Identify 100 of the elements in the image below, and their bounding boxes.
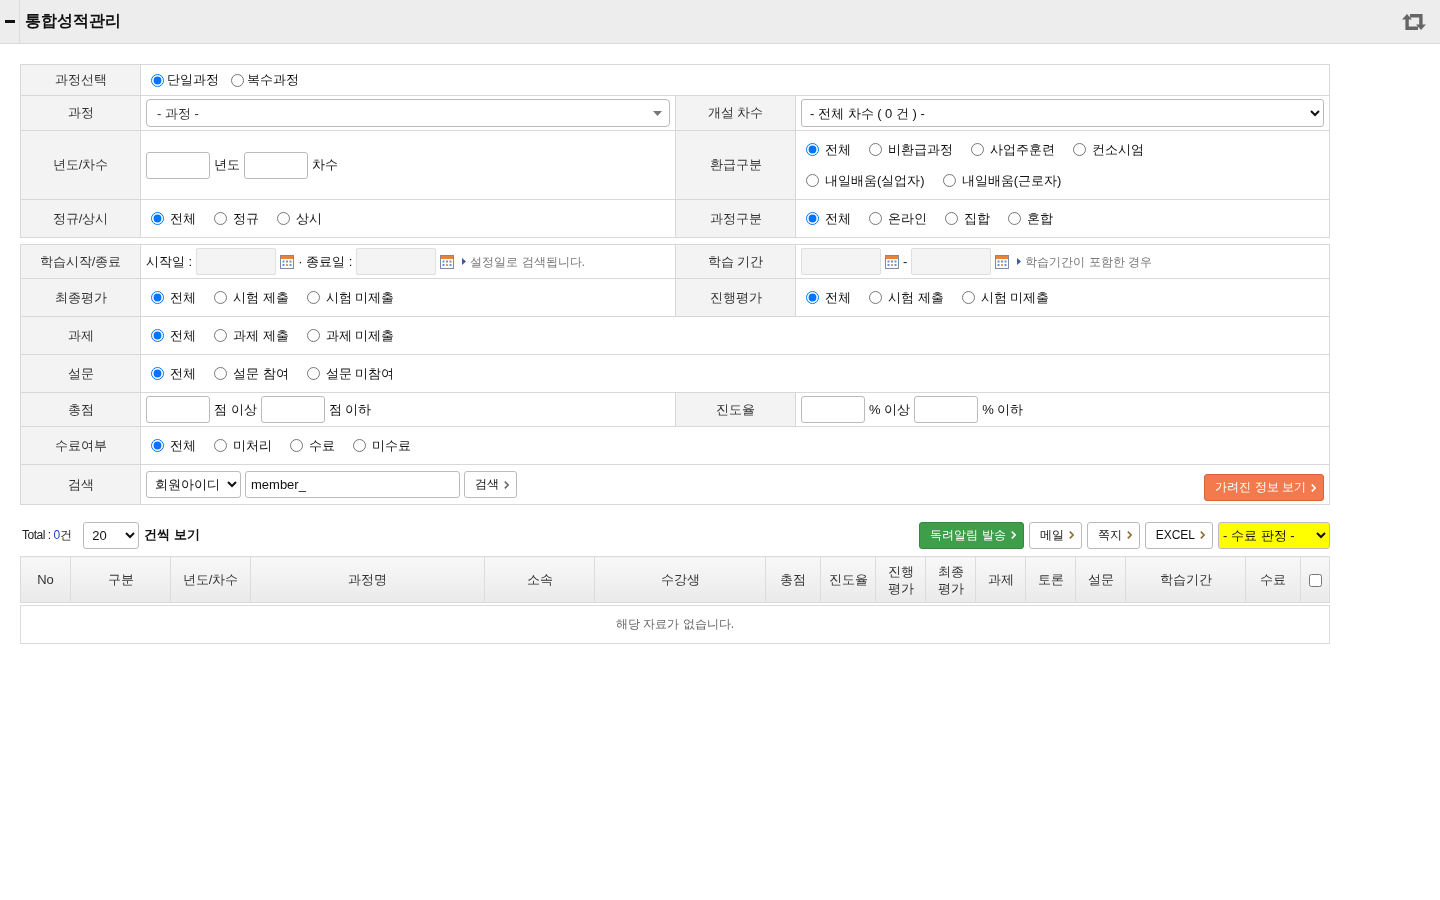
page-size-select[interactable]: 20 — [83, 521, 140, 549]
radio-label[interactable]: 전체 — [825, 289, 851, 306]
radio-button[interactable] — [961, 291, 975, 304]
field-label: 최종평가 — [20, 278, 141, 317]
radio-label[interactable]: 전체 — [825, 141, 851, 158]
radio-button[interactable] — [214, 291, 227, 304]
dropdown-select[interactable]: - 전체 차수 ( 0 건 ) - — [801, 99, 1325, 127]
radio-label[interactable]: 미수료 — [372, 437, 411, 454]
radio-button[interactable] — [214, 439, 227, 452]
calendar-icon[interactable] — [885, 254, 899, 269]
search-input[interactable]: member_ — [245, 471, 460, 498]
column-header: 구분 — [70, 556, 171, 603]
course-select[interactable]: - 과정 - — [146, 99, 670, 127]
radio-label[interactable]: 온라인 — [888, 210, 927, 227]
radio-button[interactable] — [306, 291, 320, 304]
radio-button[interactable] — [151, 367, 164, 380]
page-size-label: 건씩 보기 — [144, 526, 200, 544]
toolbar-button[interactable]: 메일 — [1028, 521, 1082, 549]
radio-button[interactable] — [231, 73, 244, 87]
radio-label[interactable]: 내일배움(근로자) — [961, 172, 1062, 189]
toolbar-button[interactable]: 쪽지 — [1086, 521, 1140, 549]
radio-label[interactable]: 내일배움(실업자) — [825, 172, 925, 189]
radio-button[interactable] — [151, 212, 164, 225]
text-input[interactable] — [244, 151, 308, 179]
select-all-checkbox[interactable] — [1308, 574, 1322, 588]
radio-label[interactable]: 시험 제출 — [233, 289, 289, 306]
text-input[interactable] — [260, 396, 325, 423]
radio-label[interactable]: 비환급과정 — [888, 141, 953, 158]
column-header: 진행 평가 — [875, 556, 926, 603]
radio-label[interactable]: 미처리 — [233, 437, 272, 454]
radio-label[interactable]: 집합 — [964, 210, 990, 227]
chevron-icon — [1010, 531, 1016, 539]
field-label: 수료여부 — [20, 426, 141, 465]
field-label: 환급구분 — [675, 130, 796, 200]
radio-button[interactable] — [942, 174, 956, 187]
field-text: % 이상 — [869, 401, 911, 418]
text-input[interactable] — [914, 396, 979, 423]
radio-button[interactable] — [151, 73, 164, 87]
radio-button[interactable] — [806, 291, 819, 304]
calendar-icon[interactable] — [440, 254, 455, 269]
dropdown-select[interactable]: 회원아이디 — [146, 471, 241, 498]
radio-button[interactable] — [306, 367, 320, 380]
radio-button[interactable] — [869, 291, 882, 304]
text-input[interactable] — [146, 151, 210, 179]
radio-label[interactable]: 설문 미참여 — [325, 365, 395, 382]
radio-button[interactable] — [1008, 212, 1021, 225]
radio-label[interactable]: 전체 — [170, 437, 196, 454]
radio-button[interactable] — [945, 212, 958, 225]
radio-label[interactable]: 전체 — [170, 327, 196, 344]
text-input[interactable] — [801, 396, 865, 423]
radio-button[interactable] — [1073, 143, 1086, 156]
radio-button[interactable] — [353, 439, 366, 452]
radio-label[interactable]: 상시 — [296, 210, 322, 227]
field-text: 차수 — [312, 157, 338, 173]
radio-label[interactable]: 시험 미제출 — [980, 289, 1050, 306]
radio-label[interactable]: 단일과정 — [167, 72, 219, 88]
column-header: 년도/차수 — [170, 556, 251, 603]
radio-button[interactable] — [806, 212, 819, 225]
radio-button[interactable] — [869, 212, 882, 225]
radio-label[interactable]: 설문 참여 — [233, 365, 289, 382]
search-button[interactable]: 검색 — [464, 471, 517, 498]
radio-button[interactable] — [869, 143, 882, 156]
radio-label[interactable]: 혼합 — [1027, 210, 1053, 227]
field-text: % 이하 — [982, 401, 1024, 418]
calendar-icon[interactable] — [995, 254, 1010, 269]
radio-button[interactable] — [277, 212, 290, 225]
text-input[interactable] — [146, 396, 210, 423]
calendar-icon[interactable] — [280, 254, 295, 269]
radio-button[interactable] — [306, 329, 320, 342]
radio-button[interactable] — [806, 143, 819, 156]
radio-button[interactable] — [971, 143, 984, 156]
radio-button[interactable] — [290, 439, 303, 452]
completion-select[interactable]: - 수료 판정 - — [1218, 521, 1330, 549]
date-input[interactable] — [196, 248, 277, 275]
radio-label[interactable]: 전체 — [170, 365, 196, 382]
refresh-icon[interactable] — [1402, 13, 1426, 30]
radio-label[interactable]: 과제 제출 — [233, 327, 289, 344]
radio-label[interactable]: 사업주훈련 — [990, 141, 1055, 158]
date-input[interactable] — [801, 248, 881, 275]
radio-label[interactable]: 전체 — [170, 210, 196, 227]
date-input[interactable] — [356, 248, 437, 275]
radio-button[interactable] — [151, 329, 164, 342]
radio-label[interactable]: 전체 — [170, 289, 196, 306]
toolbar-button[interactable]: EXCEL — [1144, 521, 1213, 549]
radio-button[interactable] — [214, 329, 227, 342]
radio-button[interactable] — [151, 291, 164, 304]
radio-label[interactable]: 수료 — [309, 437, 335, 454]
radio-button[interactable] — [151, 439, 164, 452]
radio-label[interactable]: 시험 제출 — [888, 289, 944, 306]
radio-label[interactable]: 과제 미제출 — [325, 327, 395, 344]
radio-label[interactable]: 컨소시엄 — [1092, 141, 1144, 158]
radio-label[interactable]: 전체 — [825, 210, 851, 227]
radio-button[interactable] — [214, 367, 227, 380]
date-input[interactable] — [911, 248, 992, 275]
radio-button[interactable] — [214, 212, 227, 225]
radio-label[interactable]: 정규 — [233, 210, 259, 227]
field-label: 학습 기간 — [675, 244, 796, 279]
radio-button[interactable] — [806, 174, 819, 187]
radio-label[interactable]: 시험 미제출 — [325, 289, 395, 306]
radio-label[interactable]: 복수과정 — [247, 72, 299, 88]
